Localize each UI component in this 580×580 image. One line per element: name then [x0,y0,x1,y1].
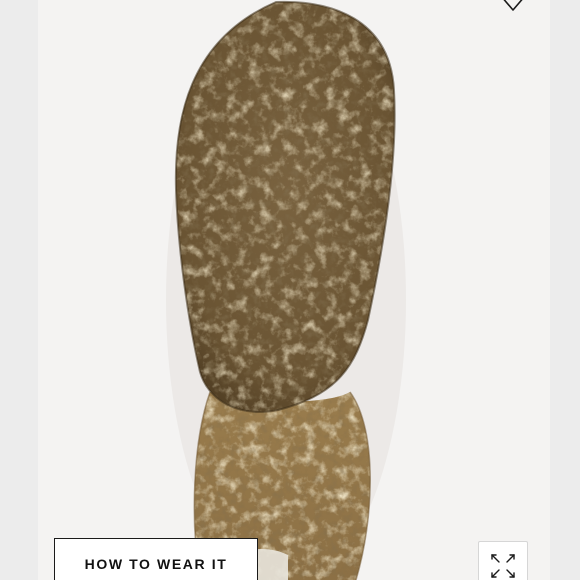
how-to-wear-button[interactable]: HOW TO WEAR IT [54,538,258,580]
product-photo [38,0,550,580]
favorite-button[interactable] [496,0,530,18]
heart-icon [503,0,523,11]
product-image-viewer: HOW TO WEAR IT [0,0,580,580]
expand-icon [491,554,515,578]
zoom-button[interactable] [478,541,528,580]
